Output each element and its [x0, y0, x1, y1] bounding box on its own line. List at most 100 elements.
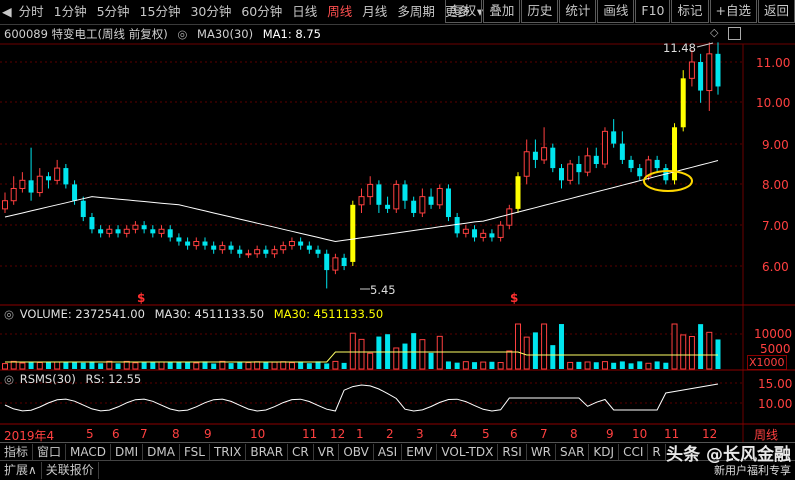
volume-bar: [419, 339, 426, 370]
candle-body: [358, 196, 365, 206]
indicator-tab[interactable]: FSL: [180, 443, 210, 461]
main-chart-info: 600089 特变电工(周线 前复权) ◎ MA30(30) MA1: 8.75: [4, 26, 327, 42]
settings-icon[interactable]: ◎: [177, 27, 187, 41]
volume-bar: [245, 362, 252, 370]
volume-bar: [150, 362, 156, 369]
indicator-tab[interactable]: BRAR: [246, 443, 289, 461]
stats-button[interactable]: 统计: [559, 0, 597, 23]
indicator-tab[interactable]: CCI: [619, 443, 649, 461]
indicator-tab[interactable]: EMV: [402, 443, 438, 461]
time-axis-label: 7: [140, 427, 148, 441]
indicator-tab[interactable]: DMA: [143, 443, 180, 461]
period-tab-5min[interactable]: 5分钟: [92, 1, 135, 23]
candle-body: [419, 196, 426, 214]
volume-bar: [123, 360, 130, 370]
candle-body: [263, 249, 269, 254]
indicator-tab[interactable]: DMI: [111, 443, 144, 461]
rsms-label: RSMS(30): [19, 372, 76, 386]
back-button[interactable]: 返回: [757, 0, 795, 23]
candle-body: [237, 249, 243, 254]
indicator-tab-ext[interactable]: 扩展∧: [0, 462, 42, 479]
volume-bar: [462, 361, 469, 370]
period-tab-daily[interactable]: 日线: [287, 1, 322, 23]
volume-bar: [584, 361, 591, 370]
candle-body: [654, 159, 660, 169]
volume-bar: [480, 361, 487, 370]
candle-body: [193, 241, 200, 247]
volume-settings-icon[interactable]: ◎: [4, 307, 14, 321]
period-tab-1min[interactable]: 1分钟: [49, 1, 92, 23]
candle-body: [523, 151, 530, 177]
indicator-tab[interactable]: SAR: [556, 443, 590, 461]
volume-bar: [106, 360, 113, 370]
indicator-tab[interactable]: TRIX: [210, 443, 247, 461]
volume-bar: [158, 361, 165, 370]
indicator-tab[interactable]: ASI: [374, 443, 403, 461]
candle-body: [228, 245, 234, 250]
indicator-tab[interactable]: OBV: [339, 443, 374, 461]
volume-bar: [550, 345, 556, 369]
period-tab-monthly[interactable]: 月线: [357, 1, 392, 23]
volume-bar: [472, 362, 478, 369]
volume-bar: [202, 361, 208, 369]
candle-body: [185, 241, 191, 246]
volume-bar: [341, 362, 347, 369]
period-tab-weekly[interactable]: 周线: [322, 1, 357, 23]
price-tick-11: 11.00: [756, 56, 791, 70]
candle-body: [98, 229, 104, 234]
maximize-icon[interactable]: [728, 27, 741, 40]
mark-button[interactable]: 标记: [671, 0, 709, 23]
indicator-tab[interactable]: VOL-TDX: [437, 443, 499, 461]
volume-bar: [688, 336, 695, 370]
volume-bar: [411, 333, 417, 369]
period-tab-multi[interactable]: 多周期: [392, 1, 440, 23]
f10-button[interactable]: F10: [635, 0, 671, 23]
volume-bar: [593, 362, 599, 369]
rsms-settings-icon[interactable]: ◎: [4, 372, 14, 386]
volume-bar: [10, 360, 17, 370]
history-button[interactable]: 历史: [521, 0, 559, 23]
indicator-tab[interactable]: WR: [527, 443, 557, 461]
candle-body: [132, 224, 139, 230]
volume-bar: [132, 362, 139, 370]
volume-label: VOLUME: 2372541.00: [19, 307, 145, 321]
candle-body: [202, 241, 208, 246]
period-tab-fenshi[interactable]: 分时: [14, 1, 49, 23]
rsms-value: RS: 12.55: [85, 372, 142, 386]
candle-body: [280, 245, 287, 251]
candle-body: [567, 163, 574, 181]
candle-body: [584, 155, 591, 173]
candle-body: [715, 53, 721, 87]
candle-body: [576, 164, 582, 173]
indicator-tab-ext[interactable]: 关联报价: [42, 462, 99, 479]
volume-bar: [349, 332, 356, 370]
add-watchlist-button[interactable]: +自选: [709, 0, 757, 23]
volume-bar: [523, 336, 530, 370]
indicator-tab[interactable]: CR: [288, 443, 314, 461]
indicator-tab[interactable]: 指标: [0, 443, 34, 461]
indicator-tab[interactable]: MACD: [66, 443, 112, 461]
period-tab-30min[interactable]: 30分钟: [185, 1, 236, 23]
volume-bar: [2, 363, 8, 370]
indicator-tab[interactable]: R: [648, 443, 666, 461]
volume-bar: [541, 323, 548, 370]
candle-body: [298, 241, 304, 246]
candle-body: [445, 188, 451, 218]
period-tab-60min[interactable]: 60分钟: [236, 1, 287, 23]
chevron-left-icon[interactable]: ◀: [0, 1, 14, 23]
indicator-tab[interactable]: RSI: [498, 443, 527, 461]
candle-body: [332, 257, 339, 271]
volume-bar: [367, 352, 374, 370]
candle-body: [385, 204, 391, 209]
period-tab-15min[interactable]: 15分钟: [135, 1, 186, 23]
draw-button[interactable]: 画线: [597, 0, 635, 23]
volume-bar: [576, 361, 582, 369]
adjust-button[interactable]: 复权: [445, 0, 483, 23]
indicator-tab[interactable]: 窗口: [33, 443, 67, 461]
indicator-tab[interactable]: KDJ: [589, 443, 620, 461]
candle-body: [106, 228, 113, 234]
time-axis-label: 12: [702, 427, 718, 441]
indicator-tab[interactable]: VR: [314, 443, 340, 461]
volume-bar: [706, 331, 713, 370]
overlay-button[interactable]: 叠加: [483, 0, 521, 23]
